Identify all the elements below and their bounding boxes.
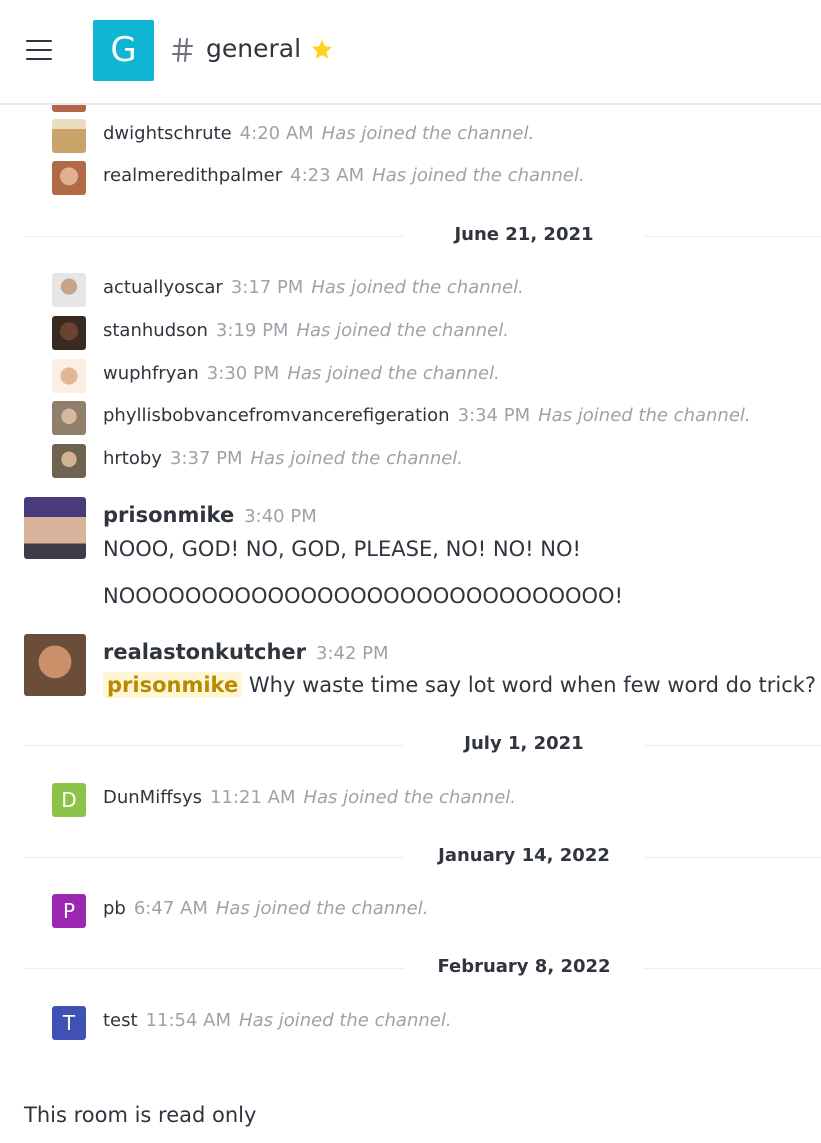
user-avatar[interactable] xyxy=(52,444,86,478)
system-message: D DunMiffsys 11:21 AM Has joined the chann… xyxy=(0,783,821,819)
hash-icon xyxy=(172,38,193,62)
user-avatar[interactable] xyxy=(52,273,86,307)
room-avatar[interactable]: G xyxy=(93,20,154,81)
user-avatar[interactable] xyxy=(52,316,86,350)
user-avatar[interactable]: P xyxy=(52,894,86,928)
system-message: stanhudson 3:19 PM Has joined the channel. xyxy=(0,316,821,352)
system-message: hrtoby 3:37 PM Has joined the channel. xyxy=(0,444,821,480)
timestamp: 3:40 PM xyxy=(244,506,317,527)
username[interactable]: wuphfryan xyxy=(103,363,199,384)
user-avatar[interactable] xyxy=(24,634,86,696)
message-text: NOOO, GOD! NO, GOD, PLEASE, NO! NO! NO! xyxy=(103,537,581,561)
join-note: Has joined the channel. xyxy=(372,165,585,186)
date-divider: June 21, 2021 xyxy=(24,221,821,251)
username[interactable]: stanhudson xyxy=(103,320,208,341)
user-avatar[interactable] xyxy=(52,401,86,435)
date-label: February 8, 2022 xyxy=(437,956,611,977)
timestamp: 4:20 AM xyxy=(239,123,314,144)
username[interactable]: hrtoby xyxy=(103,448,162,469)
timestamp: 11:21 AM xyxy=(210,787,296,808)
system-message: wuphfryan 3:30 PM Has joined the channel. xyxy=(0,359,821,395)
timestamp: 3:19 PM xyxy=(215,320,289,341)
date-label: July 1, 2021 xyxy=(464,733,584,754)
user-avatar[interactable] xyxy=(52,161,86,195)
join-note: Has joined the channel. xyxy=(311,277,524,298)
join-note: Has joined the channel. xyxy=(239,1010,452,1031)
message-list[interactable]: dwightschrute 4:20 AM Has joined the chann… xyxy=(0,0,821,1080)
message-content: Why waste time say lot word when few wor… xyxy=(248,673,817,697)
username[interactable]: DunMiffsys xyxy=(103,787,202,808)
room-name[interactable]: general xyxy=(206,34,301,63)
menu-icon[interactable] xyxy=(26,40,52,62)
timestamp: 3:37 PM xyxy=(169,448,243,469)
timestamp: 3:42 PM xyxy=(316,643,389,664)
user-avatar[interactable]: D xyxy=(52,783,86,817)
join-note: Has joined the channel. xyxy=(303,787,517,808)
user-avatar[interactable]: T xyxy=(52,1006,86,1040)
date-divider: July 1, 2021 xyxy=(24,730,821,760)
user-avatar[interactable] xyxy=(52,119,86,153)
timestamp: 3:30 PM xyxy=(206,363,280,384)
timestamp: 11:54 AM xyxy=(145,1010,232,1031)
message-text: prisonmike Why waste time say lot word w… xyxy=(103,672,817,698)
user-mention[interactable]: prisonmike xyxy=(103,672,243,698)
user-avatar[interactable] xyxy=(24,497,86,559)
user-avatar[interactable] xyxy=(52,359,86,393)
timestamp: 3:34 PM xyxy=(457,405,531,426)
message-text: NOOOOOOOOOOOOOOOOOOOOOOOOOOOOOO! xyxy=(103,584,624,608)
join-note: Has joined the channel. xyxy=(287,363,500,384)
username[interactable]: pb xyxy=(103,898,126,919)
date-label: January 14, 2022 xyxy=(438,845,610,866)
read-only-notice: This room is read only xyxy=(24,1103,257,1127)
timestamp: 3:17 PM xyxy=(230,277,304,298)
system-message: T test 11:54 AM Has joined the channel. xyxy=(0,1006,821,1042)
username[interactable]: realastonkutcher xyxy=(103,640,306,664)
join-note: Has joined the channel. xyxy=(250,448,464,469)
date-divider: February 8, 2022 xyxy=(24,953,821,983)
join-note: Has joined the channel. xyxy=(538,405,751,426)
system-message: phyllisbobvancefromvancerefigeration 3:34… xyxy=(0,401,821,437)
join-note: Has joined the channel. xyxy=(321,123,535,144)
username[interactable]: dwightschrute xyxy=(103,123,232,144)
username[interactable]: test xyxy=(103,1010,138,1031)
username[interactable]: actuallyoscar xyxy=(103,277,223,298)
system-message: actuallyoscar 3:17 PM Has joined the chann… xyxy=(0,273,821,309)
join-note: Has joined the channel. xyxy=(296,320,509,341)
system-message: dwightschrute 4:20 AM Has joined the chann… xyxy=(0,119,821,155)
timestamp: 6:47 AM xyxy=(133,898,208,919)
date-divider: January 14, 2022 xyxy=(24,842,821,872)
room-header: G general xyxy=(0,0,821,105)
username[interactable]: realmeredithpalmer xyxy=(103,165,282,186)
system-message: P pb 6:47 AM Has joined the channel. xyxy=(0,894,821,930)
join-note: Has joined the channel. xyxy=(215,898,429,919)
star-icon[interactable] xyxy=(310,38,334,62)
username[interactable]: prisonmike xyxy=(103,503,234,527)
username[interactable]: phyllisbobvancefromvancerefigeration xyxy=(103,405,450,426)
system-message: realmeredithpalmer 4:23 AM Has joined the … xyxy=(0,161,821,197)
date-label: June 21, 2021 xyxy=(454,224,594,245)
timestamp: 4:23 AM xyxy=(290,165,365,186)
